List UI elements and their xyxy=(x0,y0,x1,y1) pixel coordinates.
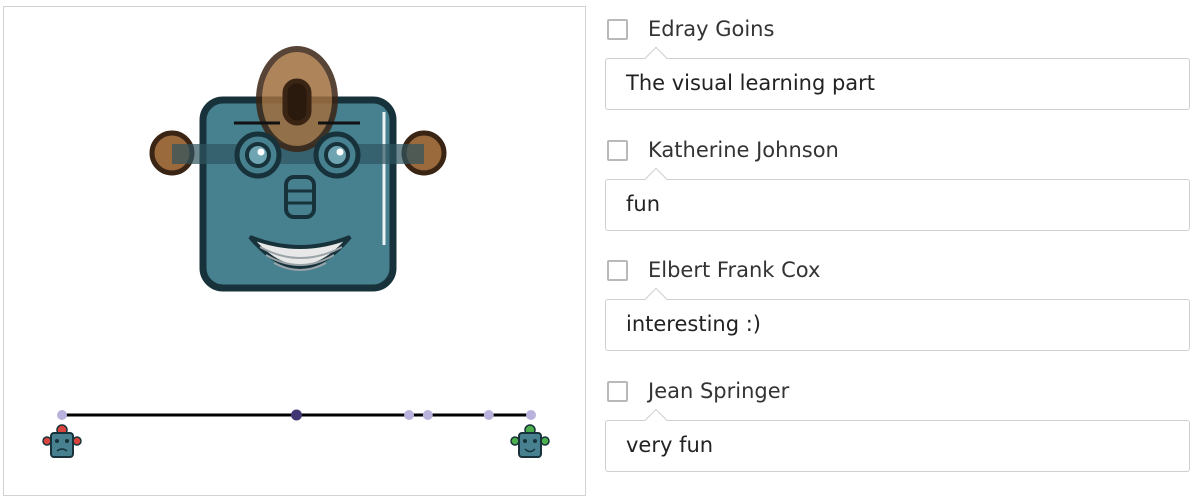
student-name: Elbert Frank Cox xyxy=(648,258,821,282)
student-name: Edray Goins xyxy=(648,17,775,41)
graph-canvas[interactable] xyxy=(3,6,586,496)
select-checkbox[interactable] xyxy=(607,260,628,281)
antenna xyxy=(256,46,338,152)
response-bubble: The visual learning part xyxy=(605,58,1190,110)
response-header: Elbert Frank Cox xyxy=(605,254,1191,290)
slider-point[interactable] xyxy=(404,410,415,420)
response-header: Jean Springer xyxy=(605,375,1191,411)
response-text: interesting :) xyxy=(626,312,761,336)
slider-point[interactable] xyxy=(483,410,494,420)
select-checkbox[interactable] xyxy=(607,19,628,40)
left-robot-icon xyxy=(42,424,82,458)
select-checkbox[interactable] xyxy=(607,140,628,161)
response-text: very fun xyxy=(626,433,714,457)
slider-point[interactable] xyxy=(57,410,67,420)
response-bubble: very fun xyxy=(605,420,1190,472)
responses-list: Edray Goins The visual learning part Kat… xyxy=(605,0,1191,488)
response-bubble: interesting :) xyxy=(605,299,1190,351)
response-bubble: fun xyxy=(605,179,1190,231)
robot-graph xyxy=(42,46,550,458)
student-name: Jean Springer xyxy=(648,379,790,403)
left-eye xyxy=(234,131,282,179)
nose xyxy=(284,175,316,219)
slider-point-selected[interactable] xyxy=(291,409,302,421)
response-text: The visual learning part xyxy=(626,71,876,95)
select-checkbox[interactable] xyxy=(607,381,628,402)
right-robot-icon xyxy=(510,424,550,458)
right-eye xyxy=(313,131,361,179)
response-text: fun xyxy=(626,192,661,216)
slider-point[interactable] xyxy=(526,410,536,420)
student-name: Katherine Johnson xyxy=(648,138,839,162)
response-header: Edray Goins xyxy=(605,13,1191,49)
slider-point[interactable] xyxy=(422,410,433,420)
response-header: Katherine Johnson xyxy=(605,134,1191,170)
